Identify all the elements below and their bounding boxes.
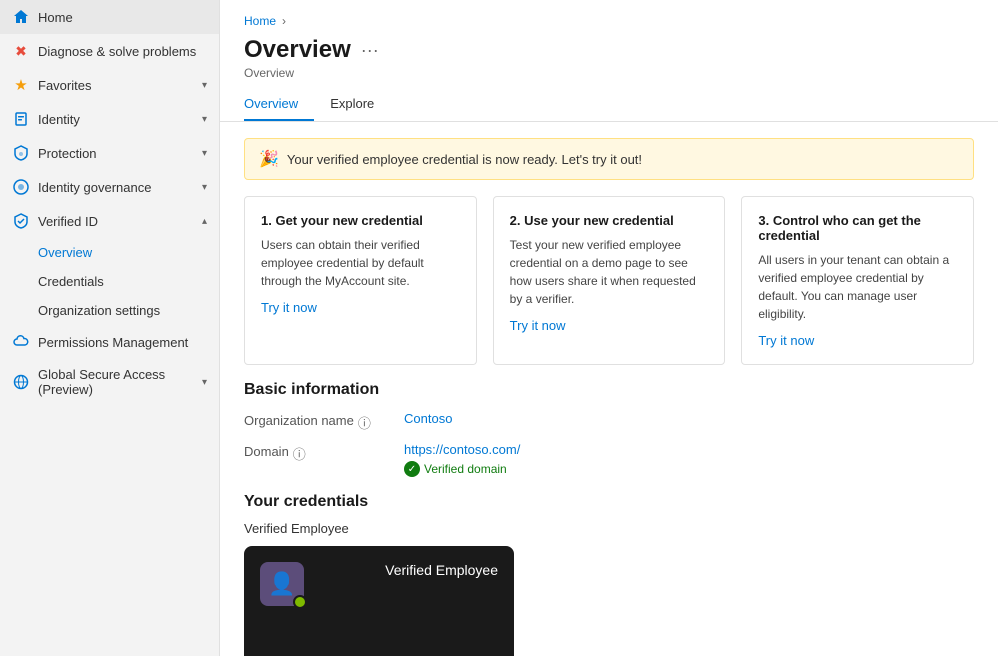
governance-chevron: ▾ (202, 182, 207, 193)
identity-icon (12, 110, 30, 128)
page-header: Overview ··· (220, 32, 998, 66)
wrench-icon: ✖ (12, 42, 30, 60)
green-dot-badge (293, 595, 307, 609)
cloud-icon (12, 333, 30, 351)
sidebar-item-diagnose-label: Diagnose & solve problems (38, 44, 207, 59)
sidebar-item-global-secure[interactable]: Global Secure Access (Preview) ▾ (0, 359, 219, 405)
sidebar-item-identity-label: Identity (38, 112, 194, 127)
sidebar-item-protection-label: Protection (38, 146, 194, 161)
domain-link[interactable]: https://contoso.com/ (404, 442, 974, 457)
sidebar-item-permissions[interactable]: Permissions Management (0, 325, 219, 359)
page-menu-button[interactable]: ··· (361, 40, 379, 61)
page-subtitle: Overview (220, 66, 998, 88)
sidebar-sub-item-org-settings[interactable]: Organization settings (0, 296, 219, 325)
sidebar-item-governance-label: Identity governance (38, 180, 194, 195)
tab-explore[interactable]: Explore (330, 88, 390, 121)
globe-icon (12, 373, 30, 391)
credential-card-title: Verified Employee (385, 562, 498, 578)
verified-id-icon (12, 212, 30, 230)
card-3-title: 3. Control who can get the credential (758, 213, 957, 243)
page-title: Overview (244, 36, 351, 64)
main-content: Home › Overview ··· Overview Overview Ex… (220, 0, 998, 656)
credentials-section-title: Your credentials (244, 493, 974, 511)
sidebar-sub-item-overview-label: Overview (38, 245, 92, 260)
sidebar-sub-item-credentials[interactable]: Credentials (0, 267, 219, 296)
sidebar-sub-item-overview[interactable]: Overview (0, 238, 219, 267)
verified-check-icon: ✓ (404, 461, 420, 477)
org-name-value: Contoso (404, 411, 974, 432)
breadcrumb-home[interactable]: Home (244, 14, 276, 28)
card-2: 2. Use your new credential Test your new… (493, 196, 726, 365)
sidebar-item-favorites[interactable]: ★ Favorites ▾ (0, 68, 219, 102)
domain-label: Domain ⓘ (244, 442, 404, 477)
card-1-body: Users can obtain their verified employee… (261, 236, 460, 290)
card-1-link[interactable]: Try it now (261, 300, 317, 315)
sidebar-sub-item-org-settings-label: Organization settings (38, 303, 160, 318)
sidebar-item-permissions-label: Permissions Management (38, 335, 207, 350)
sidebar-item-home-label: Home (38, 10, 207, 25)
sidebar-item-diagnose[interactable]: ✖ Diagnose & solve problems (0, 34, 219, 68)
sidebar-item-home[interactable]: Home (0, 0, 219, 34)
credentials-section: Your credentials Verified Employee 👤 Ver… (220, 493, 998, 656)
person-icon: 👤 (268, 571, 295, 597)
sidebar-item-identity[interactable]: Identity ▾ (0, 102, 219, 136)
tabs: Overview Explore (220, 88, 998, 122)
tab-overview[interactable]: Overview (244, 88, 314, 121)
domain-value: https://contoso.com/ ✓ Verified domain (404, 442, 974, 477)
breadcrumb: Home › (220, 0, 998, 32)
favorites-chevron: ▾ (202, 80, 207, 91)
banner-icon: 🎉 (259, 149, 279, 169)
card-2-body: Test your new verified employee credenti… (510, 236, 709, 308)
governance-icon (12, 178, 30, 196)
credentials-type-label: Verified Employee (244, 521, 974, 536)
sidebar-item-identity-governance[interactable]: Identity governance ▾ (0, 170, 219, 204)
sidebar-item-global-label: Global Secure Access (Preview) (38, 367, 194, 397)
sidebar-item-verified-id-label: Verified ID (38, 214, 194, 229)
sidebar: Home ✖ Diagnose & solve problems ★ Favor… (0, 0, 220, 656)
banner-text: Your verified employee credential is now… (287, 152, 642, 167)
org-name-label: Organization name ⓘ (244, 411, 404, 432)
home-icon (12, 8, 30, 26)
card-3-link[interactable]: Try it now (758, 333, 814, 348)
domain-info-icon[interactable]: ⓘ (293, 444, 306, 463)
sidebar-sub-item-credentials-label: Credentials (38, 274, 104, 289)
card-2-link[interactable]: Try it now (510, 318, 566, 333)
card-3-body: All users in your tenant can obtain a ve… (758, 251, 957, 323)
identity-chevron: ▾ (202, 114, 207, 125)
credential-card: 👤 Verified Employee Contoso (244, 546, 514, 656)
cards-container: 1. Get your new credential Users can obt… (244, 196, 974, 365)
protection-chevron: ▾ (202, 148, 207, 159)
verified-id-chevron: ▴ (202, 216, 207, 227)
breadcrumb-separator: › (282, 14, 286, 28)
basic-info-title: Basic information (220, 381, 998, 399)
org-info-icon[interactable]: ⓘ (358, 413, 371, 432)
card-1: 1. Get your new credential Users can obt… (244, 196, 477, 365)
card-3: 3. Control who can get the credential Al… (741, 196, 974, 365)
banner: 🎉 Your verified employee credential is n… (244, 138, 974, 180)
sidebar-item-verified-id[interactable]: Verified ID ▴ (0, 204, 219, 238)
verified-domain-badge: ✓ Verified domain (404, 461, 974, 477)
sidebar-item-favorites-label: Favorites (38, 78, 194, 93)
card-1-title: 1. Get your new credential (261, 213, 460, 228)
global-chevron: ▾ (202, 377, 207, 388)
info-table: Organization name ⓘ Contoso Domain ⓘ htt… (244, 411, 974, 477)
sidebar-item-protection[interactable]: Protection ▾ (0, 136, 219, 170)
card-2-title: 2. Use your new credential (510, 213, 709, 228)
shield-icon (12, 144, 30, 162)
star-icon: ★ (12, 76, 30, 94)
credential-avatar: 👤 (260, 562, 304, 606)
